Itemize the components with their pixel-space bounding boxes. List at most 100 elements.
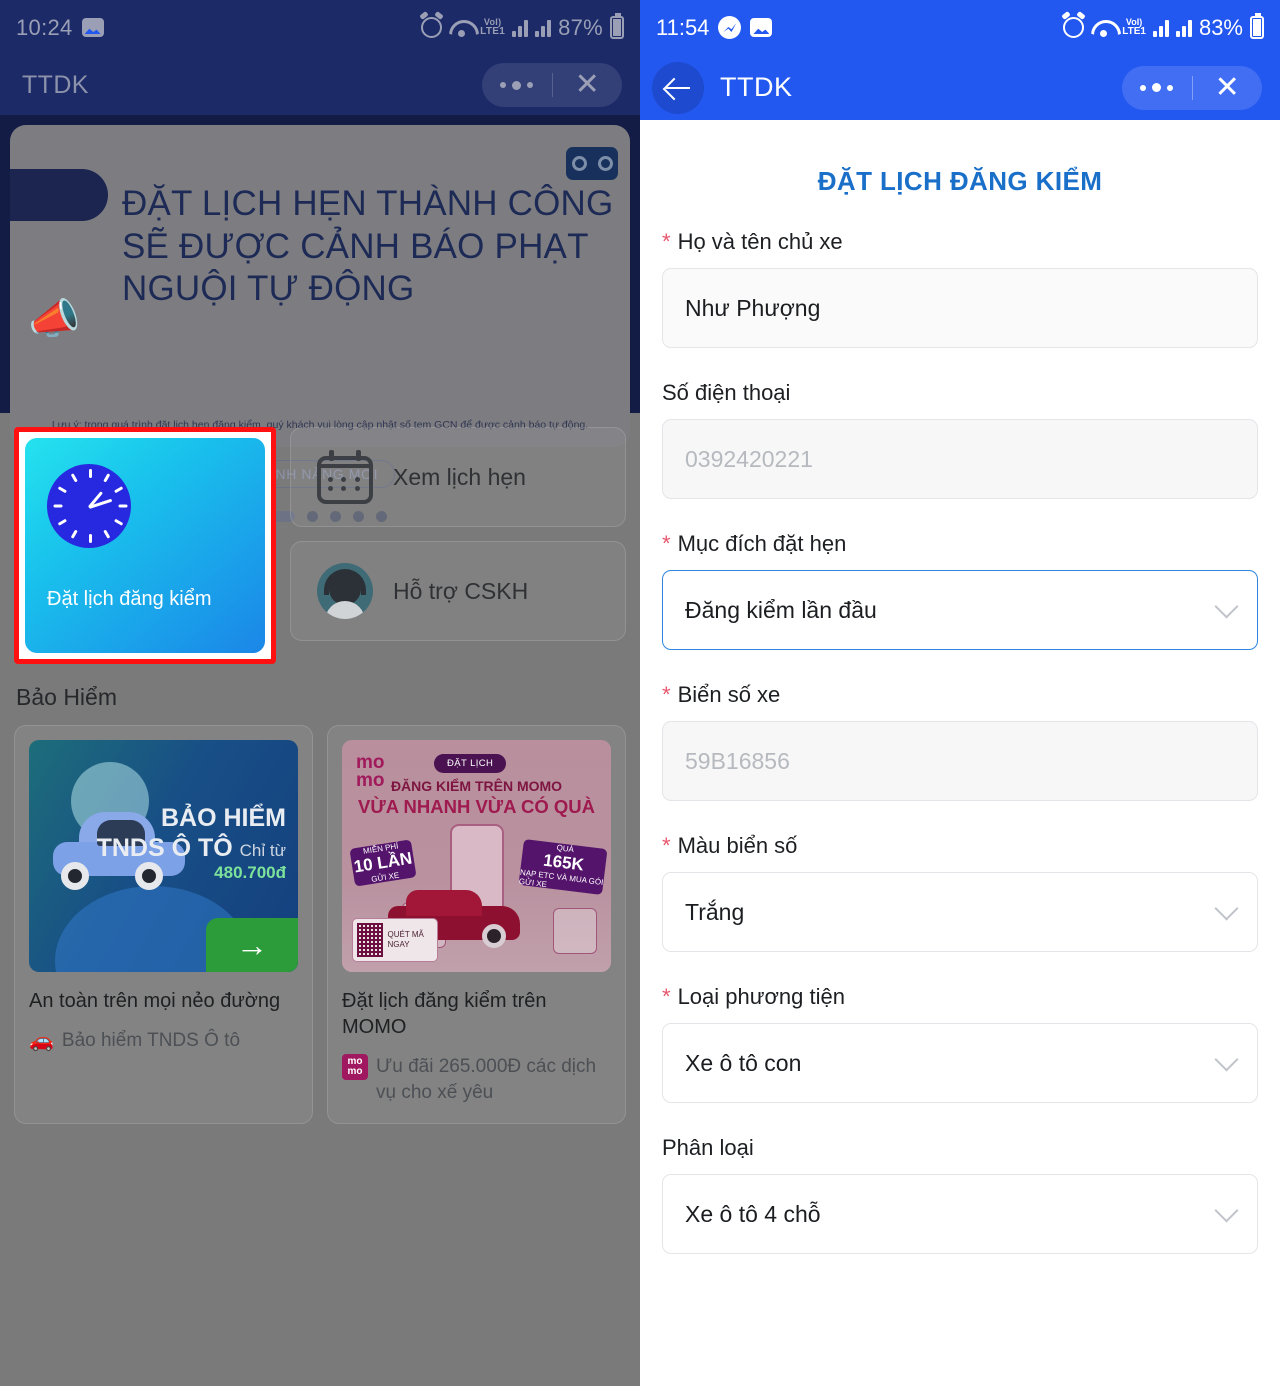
volte-icon: VoI) LTE1 <box>1122 18 1146 37</box>
required-asterisk: * <box>662 531 671 556</box>
select-loai-phuong-tien[interactable]: Xe ô tô con <box>662 1023 1258 1103</box>
left-content: Đặt lịch đăng kiểm Xem lịch hẹn Hỗ trợ C… <box>0 427 640 1125</box>
field-label-ho-va-ten: * Họ và tên chủ xe <box>662 229 843 254</box>
qr-code-block: QUÉT MÃ NGAY <box>352 918 438 962</box>
select-phan-loai[interactable]: Xe ô tô 4 chỗ <box>662 1174 1258 1254</box>
chevron-down-icon <box>1214 594 1239 619</box>
select-value: Xe ô tô 4 chỗ <box>685 1200 821 1227</box>
image-icon <box>750 18 773 37</box>
left-promo-banner[interactable]: 📣 ĐẶT LỊCH HẸN THÀNH CÔNG SẼ ĐƯỢC CẢNH B… <box>0 115 640 522</box>
promo-card[interactable]: 📣 ĐẶT LỊCH HẸN THÀNH CÔNG SẼ ĐƯỢC CẢNH B… <box>10 125 630 447</box>
tile-dat-lich-dang-kiem[interactable]: Đặt lịch đăng kiểm <box>25 438 265 653</box>
required-asterisk: * <box>662 984 671 1009</box>
card-image-insurance: BẢO HIỂM TNDS Ô TÔ Chỉ từ 480.700đ → <box>29 740 298 972</box>
wifi-icon <box>1091 18 1115 37</box>
input-so-dien-thoai[interactable]: 0392420221 <box>662 419 1258 499</box>
battery-percent: 83% <box>1198 14 1243 40</box>
right-app-bar: TTDK ✕ <box>640 55 1280 120</box>
input-ho-va-ten[interactable]: Như Phượng <box>662 268 1258 348</box>
left-app-bar: TTDK ✕ <box>0 55 640 115</box>
momo-headline-1: ĐĂNG KIỂM TRÊN MOMO <box>390 778 563 794</box>
secondary-tiles: Xem lịch hẹn Hỗ trợ CSKH <box>290 427 626 664</box>
signal-bars-1-icon <box>512 19 529 37</box>
qr-label: QUÉT MÃ NGAY <box>387 930 424 949</box>
dual-screenshot: 10:24 VoI) LTE1 87% TTDK ✕ 📣 ĐẶT LỊCH HẸ… <box>0 0 1280 1386</box>
tile-label: Đặt lịch đăng kiểm <box>47 588 212 610</box>
field-label-muc-dich-dat-hen: * Mục đích đặt hẹn <box>662 531 847 556</box>
chevron-down-icon <box>1214 896 1239 921</box>
field-group-loai-phuong-tien: * Loại phương tiện Xe ô tô con <box>662 984 1258 1103</box>
wifi-icon <box>449 18 473 37</box>
right-window-controls[interactable]: ✕ <box>1122 65 1263 110</box>
highlight-box-dat-lich-dang-kiem: Đặt lịch đăng kiểm <box>14 427 276 664</box>
field-group-ho-va-ten: * Họ và tên chủ xe Như Phượng <box>662 229 1258 348</box>
card-caption: Đặt lịch đăng kiểm trên MOMO <box>342 990 547 1038</box>
vr-goggles-icon <box>566 147 618 180</box>
tile-ho-tro-cskh[interactable]: Hỗ trợ CSKH <box>290 541 626 641</box>
select-mau-bien-so[interactable]: Trắng <box>662 872 1258 952</box>
input-bien-so-xe[interactable]: 59B16856 <box>662 721 1258 801</box>
quick-action-tiles: Đặt lịch đăng kiểm Xem lịch hẹn Hỗ trợ C… <box>14 427 626 664</box>
close-icon: ✕ <box>574 68 600 101</box>
select-value: Xe ô tô con <box>685 1049 802 1076</box>
volte-icon: VoI) LTE1 <box>480 18 505 37</box>
battery-percent: 87% <box>558 14 603 40</box>
required-asterisk: * <box>662 682 671 707</box>
momo-ticket-right: QUÀ 165K NẠP ETC VÀ MUA GÓI GỬI XE <box>518 839 608 895</box>
input-placeholder: 59B16856 <box>685 747 790 774</box>
field-label-phan-loai: Phân loại <box>662 1135 754 1160</box>
clock-icon <box>47 464 131 548</box>
select-value: Đăng kiểm lần đầu <box>685 596 877 623</box>
close-button[interactable]: ✕ <box>553 70 623 100</box>
select-value: Trắng <box>685 898 745 925</box>
field-group-so-dien-thoai: Số điện thoại 0392420221 <box>662 380 1258 499</box>
chevron-down-icon <box>1214 1047 1239 1072</box>
tile-xem-lich-hen[interactable]: Xem lịch hẹn <box>290 427 626 527</box>
right-app-title: TTDK <box>720 72 793 102</box>
banner-tab-shape <box>10 169 108 221</box>
more-options-button[interactable] <box>482 80 552 90</box>
form-title: ĐẶT LỊCH ĐĂNG KIỂM <box>817 166 1103 196</box>
close-button[interactable]: ✕ <box>1193 70 1263 104</box>
momo-headline-2: VỪA NHANH VỪA CÓ QUÀ <box>358 796 595 817</box>
field-group-muc-dich-dat-hen: * Mục đích đặt hẹn Đăng kiểm lần đầu <box>662 531 1258 650</box>
input-placeholder: 0392420221 <box>685 445 813 472</box>
close-icon: ✕ <box>1214 70 1240 104</box>
chevron-down-icon <box>1214 1198 1239 1223</box>
headset-agent-icon <box>317 563 373 619</box>
field-label-so-dien-thoai: Số điện thoại <box>662 380 791 405</box>
status-time: 10:24 <box>16 14 73 40</box>
promo-title: ĐẶT LỊCH HẸN THÀNH CÔNG SẼ ĐƯỢC CẢNH BÁO… <box>122 184 614 309</box>
car-icon: 🚗 <box>29 1030 54 1052</box>
required-asterisk: * <box>662 229 671 254</box>
card-subcaption: Ưu đãi 265.000Đ các dịch vụ cho xế yêu <box>376 1056 597 1103</box>
left-window-controls[interactable]: ✕ <box>482 63 622 107</box>
left-status-bar: 10:24 VoI) LTE1 87% <box>0 0 640 55</box>
field-label-mau-bien-so: * Màu biển số <box>662 833 798 858</box>
card-bao-hiem-tnds[interactable]: BẢO HIỂM TNDS Ô TÔ Chỉ từ 480.700đ → An … <box>14 725 313 1125</box>
arrow-left-icon <box>666 76 690 100</box>
field-label-loai-phuong-tien: * Loại phương tiện <box>662 984 845 1009</box>
field-group-mau-bien-so: * Màu biển số Trắng <box>662 833 1258 952</box>
required-asterisk: * <box>662 833 671 858</box>
signal-bars-2-icon <box>1175 19 1192 37</box>
alarm-icon <box>421 17 443 38</box>
tile-label: Hỗ trợ CSKH <box>393 577 529 604</box>
card-image-momo: mo mo ĐẶT LỊCH ĐĂNG KIỂM TRÊN MOMO VỪA NH… <box>342 740 611 972</box>
battery-icon <box>610 13 624 39</box>
input-value: Như Phượng <box>685 294 821 321</box>
select-muc-dich-dat-hen[interactable]: Đăng kiểm lần đầu <box>662 570 1258 650</box>
qr-code-icon <box>357 923 383 957</box>
left-app-title: TTDK <box>22 70 89 99</box>
back-button[interactable] <box>652 61 704 114</box>
field-label-bien-so-xe: * Biển số xe <box>662 682 781 707</box>
more-options-button[interactable] <box>1122 83 1192 92</box>
field-group-bien-so-xe: * Biển số xe 59B16856 <box>662 682 1258 801</box>
network-label: LTE1 <box>480 26 506 37</box>
battery-icon <box>1250 13 1264 39</box>
card-arrow-button[interactable]: → <box>206 918 298 972</box>
card-momo-dang-kiem[interactable]: mo mo ĐẶT LỊCH ĐĂNG KIỂM TRÊN MOMO VỪA NH… <box>327 725 626 1125</box>
momo-icon: mo mo <box>342 1054 368 1080</box>
messenger-icon <box>718 16 742 39</box>
card-subcaption: Bảo hiểm TNDS Ô tô <box>61 1030 241 1051</box>
